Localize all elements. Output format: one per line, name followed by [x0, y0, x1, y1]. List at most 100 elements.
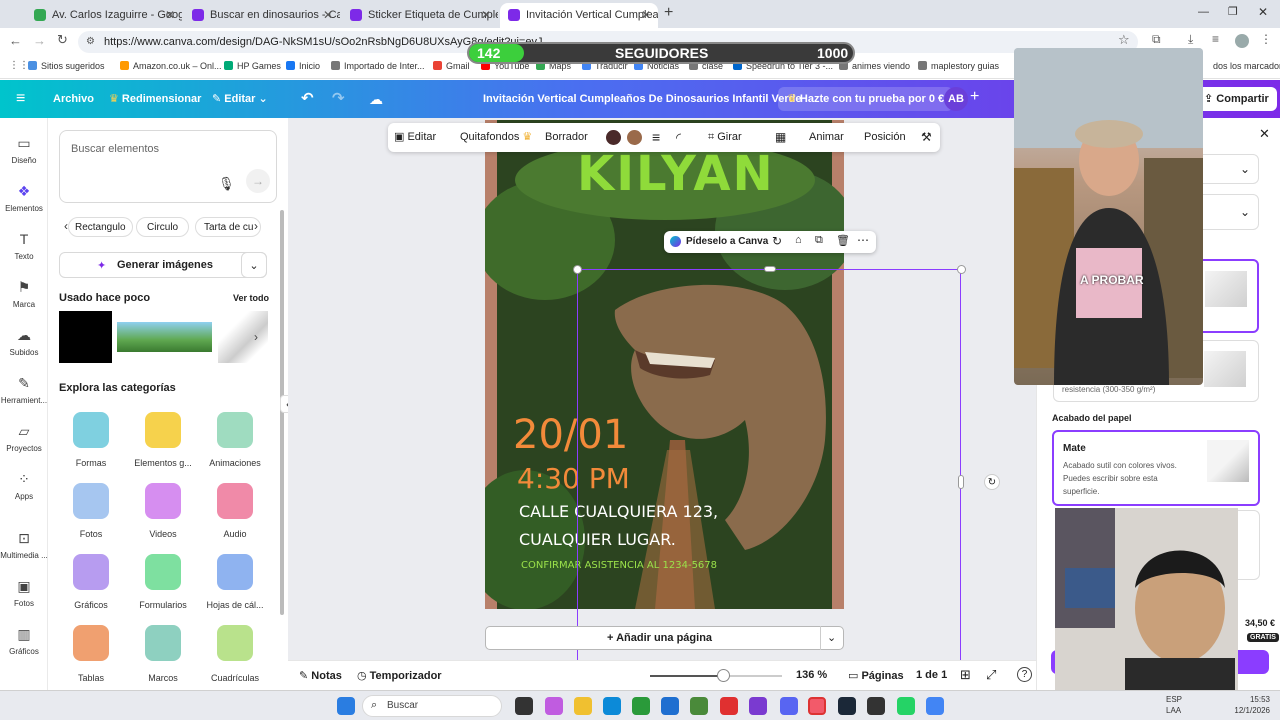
resize-button[interactable]: ♛ Redimensionar [109, 80, 201, 118]
category-forms[interactable]: Formularios [125, 550, 201, 612]
chip-circle[interactable]: Circulo [136, 217, 190, 237]
app-icon[interactable] [690, 697, 708, 715]
file-menu-button[interactable]: Archivo [53, 80, 94, 118]
reload-icon[interactable]: ↻ [57, 32, 68, 48]
trash-icon[interactable]: 🗑 [836, 234, 850, 247]
redo-icon[interactable]: ↷ [332, 80, 345, 118]
timer-button[interactable]: ◷ Temporizador [357, 669, 442, 682]
format-painter-icon[interactable]: ⚒ [921, 123, 932, 152]
chevron-down-icon[interactable]: ⌄ [827, 631, 836, 644]
duplicate-icon[interactable]: ⧉ [815, 234, 823, 247]
search-input[interactable]: Buscar elementos 🎙 → [59, 130, 277, 203]
comment-icon[interactable]: ↻ [772, 234, 782, 248]
ask-canva-button[interactable]: Pídeselo a Canva [686, 236, 768, 247]
fullscreen-icon[interactable]: ⤢ [986, 667, 996, 683]
rotate-button[interactable]: ⌗ Girar [708, 123, 742, 152]
rail-charts[interactable]: ▥ Gráficos [0, 625, 48, 656]
lock-icon[interactable]: ⌂ [795, 234, 802, 246]
language-indicator[interactable]: ESP LAA [1166, 694, 1182, 716]
rail-text[interactable]: T Texto [0, 230, 48, 261]
rail-projects[interactable]: ▱ Proyectos [0, 422, 48, 453]
category-tables[interactable]: Tablas [53, 621, 129, 683]
maximize-button[interactable]: ❐ [1228, 5, 1238, 18]
new-tab-button[interactable]: + [664, 4, 673, 22]
browser-tab-active[interactable]: Invitación Vertical Cumpleaños ✕ [500, 3, 658, 28]
rail-multimedia[interactable]: ⊡ Multimedia ... [0, 529, 48, 560]
pages-button[interactable]: ▭ Páginas [848, 669, 904, 682]
category-photos[interactable]: Fotos [53, 479, 129, 541]
whatsapp-icon[interactable] [897, 697, 915, 715]
chevron-down-icon[interactable]: ⌄ [241, 252, 267, 278]
browser-tab[interactable]: Sticker Etiqueta de Cumpleaño ✕ [342, 3, 498, 28]
rail-photos[interactable]: ▣ Fotos [0, 577, 48, 608]
app-icon[interactable] [720, 697, 738, 715]
window-close-button[interactable]: ✕ [1258, 5, 1268, 19]
menu-icon[interactable]: ⋮ [1260, 32, 1272, 46]
category-videos[interactable]: Videos [125, 479, 201, 541]
category-charts[interactable]: Gráficos [53, 550, 129, 612]
file-explorer-icon[interactable] [574, 697, 592, 715]
bookmark-item[interactable]: Inicio [286, 59, 320, 73]
edge-icon[interactable] [603, 697, 621, 715]
edit-mode-button[interactable]: ✎ Editar ⌄ [212, 80, 268, 118]
undo-icon[interactable]: ↶ [301, 80, 314, 118]
apps-grid-icon[interactable]: ⋮⋮ [9, 60, 29, 71]
trial-button[interactable]: ♛ Hazte con tu prueba por 0 € [778, 87, 954, 111]
chrome-icon[interactable] [926, 697, 944, 715]
resize-handle[interactable] [957, 265, 966, 274]
border-style-icon[interactable]: ≡ [652, 123, 660, 152]
rail-tools[interactable]: ✎ Herramient... [0, 374, 48, 405]
rotate-icon[interactable]: ↻ [984, 474, 1000, 490]
app-icon[interactable] [749, 697, 767, 715]
chevron-right-icon[interactable]: › [254, 330, 258, 344]
resize-handle[interactable] [573, 265, 582, 274]
position-button[interactable]: Posición [864, 123, 906, 152]
browser-tab[interactable]: Buscar en dinosaurios - Canva ✕ [184, 3, 340, 28]
rail-elements[interactable]: ❖ Elementos [0, 182, 48, 213]
category-audio[interactable]: Audio [197, 479, 273, 541]
category-frames[interactable]: Marcos [125, 621, 201, 683]
design-title[interactable]: Invitación Vertical Cumpleaños De Dinosa… [483, 80, 801, 118]
site-info-icon[interactable]: ⚙ [86, 31, 95, 53]
close-icon[interactable]: ✕ [481, 3, 491, 27]
animate-button[interactable]: Animar [809, 123, 844, 152]
category-grids[interactable]: Cuadrículas [197, 621, 273, 683]
app-icon[interactable] [808, 697, 826, 715]
arrow-right-icon[interactable]: → [246, 169, 270, 193]
task-view-icon[interactable] [515, 697, 533, 715]
steam-icon[interactable] [838, 697, 856, 715]
cloud-save-icon[interactable]: ☁ [369, 80, 383, 118]
zoom-slider[interactable] [650, 669, 782, 682]
taskbar-search[interactable]: ⌕ Buscar [362, 695, 502, 717]
clock[interactable]: 15:53 12/1/2026 [1230, 694, 1270, 716]
color-swatch[interactable] [606, 130, 621, 145]
media-icon[interactable]: ≡ [1212, 32, 1219, 46]
copilot-icon[interactable] [545, 697, 563, 715]
eraser-button[interactable]: Borrador [545, 123, 588, 152]
category-animations[interactable]: Animaciones [197, 408, 273, 470]
zoom-slider-knob[interactable] [716, 669, 730, 682]
profile-avatar[interactable] [1235, 34, 1249, 48]
selection-frame[interactable] [577, 269, 961, 661]
resize-handle[interactable] [958, 475, 964, 489]
recent-dinosaur-image[interactable] [218, 311, 268, 363]
bookmark-item[interactable]: Sitios sugeridos [28, 59, 105, 73]
edit-image-button[interactable]: ▣ Editar [394, 123, 436, 152]
download-icon[interactable]: ⤓ [1188, 32, 1193, 47]
more-options-icon[interactable]: ⋯ [857, 233, 869, 247]
app-icon[interactable] [867, 697, 885, 715]
chip-rectangle[interactable]: Rectangulo [68, 217, 133, 237]
chip-pie[interactable]: Tarta de cu [195, 217, 261, 237]
rail-design[interactable]: ▭ Diseño [0, 134, 48, 165]
recent-landscape-image[interactable] [117, 322, 212, 352]
rail-uploads[interactable]: ☁ Subidos [0, 326, 48, 357]
category-graphics[interactable]: Elementos g... [125, 408, 201, 470]
browser-tab[interactable]: Av. Carlos Izaguirre - Google M ✕ [26, 3, 182, 28]
bookmark-item[interactable]: Gmail [433, 59, 470, 73]
rail-apps[interactable]: ⁘ Apps [0, 470, 48, 501]
app-icon[interactable] [632, 697, 650, 715]
menu-icon[interactable]: ≡ [16, 90, 25, 108]
add-collaborator-icon[interactable]: + [970, 88, 979, 106]
transparency-icon[interactable]: ▦ [775, 123, 786, 152]
see-all-link[interactable]: Ver todo [233, 293, 269, 303]
